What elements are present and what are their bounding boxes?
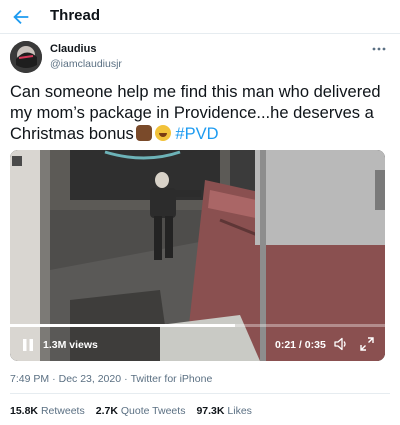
video-progress[interactable]: [10, 324, 385, 327]
retweets-stat[interactable]: 15.8K Retweets: [10, 405, 85, 417]
avatar[interactable]: [10, 41, 42, 73]
view-count: 1.3M views: [43, 339, 98, 351]
author-name[interactable]: Claudius: [50, 43, 96, 55]
retweets-label: Retweets: [40, 405, 85, 417]
quote-tweets-stat[interactable]: 2.7K Quote Tweets: [96, 405, 186, 417]
divider: [10, 393, 390, 394]
hashtag-link[interactable]: #PVD: [175, 125, 218, 143]
laughing-face-icon: [154, 125, 171, 141]
tweet-meta: 7:49 PM · Dec 23, 2020 · Twitter for iPhone: [10, 373, 212, 385]
raised-fist-icon: [135, 125, 152, 141]
volume-icon[interactable]: [333, 336, 349, 352]
author-handle[interactable]: @iamclaudiusjr: [50, 58, 122, 70]
arrow-left-icon[interactable]: [10, 6, 32, 28]
page-title: Thread: [50, 7, 101, 24]
pause-icon[interactable]: [22, 338, 34, 352]
likes-count: 97.3K: [196, 405, 225, 417]
likes-stat[interactable]: 97.3K Likes: [196, 405, 251, 417]
video-player[interactable]: 1.3M views 0:21 / 0:35: [10, 150, 385, 361]
video-progress-fill: [10, 324, 235, 327]
quote-tweets-count: 2.7K: [95, 405, 118, 417]
tweet-source[interactable]: Twitter for iPhone: [131, 373, 213, 385]
tweet-text: Can someone help me find this man who de…: [10, 82, 390, 145]
more-horizontal-icon[interactable]: [371, 46, 387, 52]
tweet-stats: 15.8K Retweets 2.7K Quote Tweets 97.3K L…: [10, 405, 263, 417]
meta-separator: ·: [124, 373, 128, 385]
retweets-count: 15.8K: [10, 405, 39, 417]
fullscreen-icon[interactable]: [360, 337, 374, 351]
likes-label: Likes: [227, 405, 252, 417]
tweet-time[interactable]: 7:49 PM: [10, 373, 49, 385]
video-time: 0:21 / 0:35: [275, 339, 326, 351]
quote-tweets-label: Quote Tweets: [120, 405, 186, 417]
thread-header: Thread: [0, 0, 400, 34]
video-frame: [10, 150, 385, 361]
meta-separator: ·: [52, 373, 56, 385]
tweet-date[interactable]: Dec 23, 2020: [59, 373, 121, 385]
